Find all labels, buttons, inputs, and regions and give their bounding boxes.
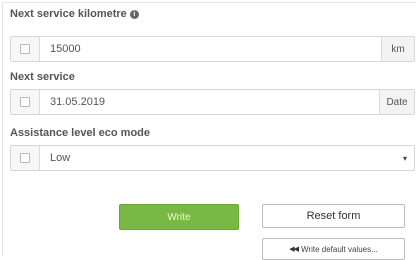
- reset-form-button[interactable]: Reset form: [262, 204, 405, 228]
- next-service-field: 31.05.2019 Date: [10, 89, 415, 115]
- next-service-km-label: Next service kilometre i: [10, 8, 139, 20]
- checkbox-box[interactable]: [20, 44, 30, 54]
- write-button[interactable]: Write: [119, 204, 239, 230]
- assistance-eco-label: Assistance level eco mode: [10, 127, 151, 139]
- info-icon[interactable]: i: [129, 10, 139, 19]
- write-default-values-button[interactable]: ◀◀ Write default values...: [262, 238, 405, 260]
- skip-back-icon: ◀◀: [289, 246, 299, 253]
- next-service-km-checkbox[interactable]: [11, 37, 40, 61]
- date-unit-addon: Date: [379, 90, 414, 114]
- chevron-down-icon[interactable]: ▾: [396, 146, 414, 170]
- assistance-eco-select[interactable]: Low: [40, 146, 396, 170]
- write-default-values-label: Write default values...: [301, 244, 378, 254]
- checkbox-box[interactable]: [20, 153, 30, 163]
- next-service-km-field: 15000 km: [10, 36, 415, 62]
- next-service-checkbox[interactable]: [11, 90, 40, 114]
- next-service-km-input[interactable]: 15000: [40, 37, 381, 61]
- checkbox-box[interactable]: [20, 97, 30, 107]
- next-service-label: Next service: [10, 71, 75, 83]
- assistance-eco-field: Low ▾: [10, 145, 415, 171]
- next-service-input[interactable]: 31.05.2019: [40, 90, 379, 114]
- assistance-eco-checkbox[interactable]: [11, 146, 40, 170]
- km-unit-addon: km: [381, 37, 414, 61]
